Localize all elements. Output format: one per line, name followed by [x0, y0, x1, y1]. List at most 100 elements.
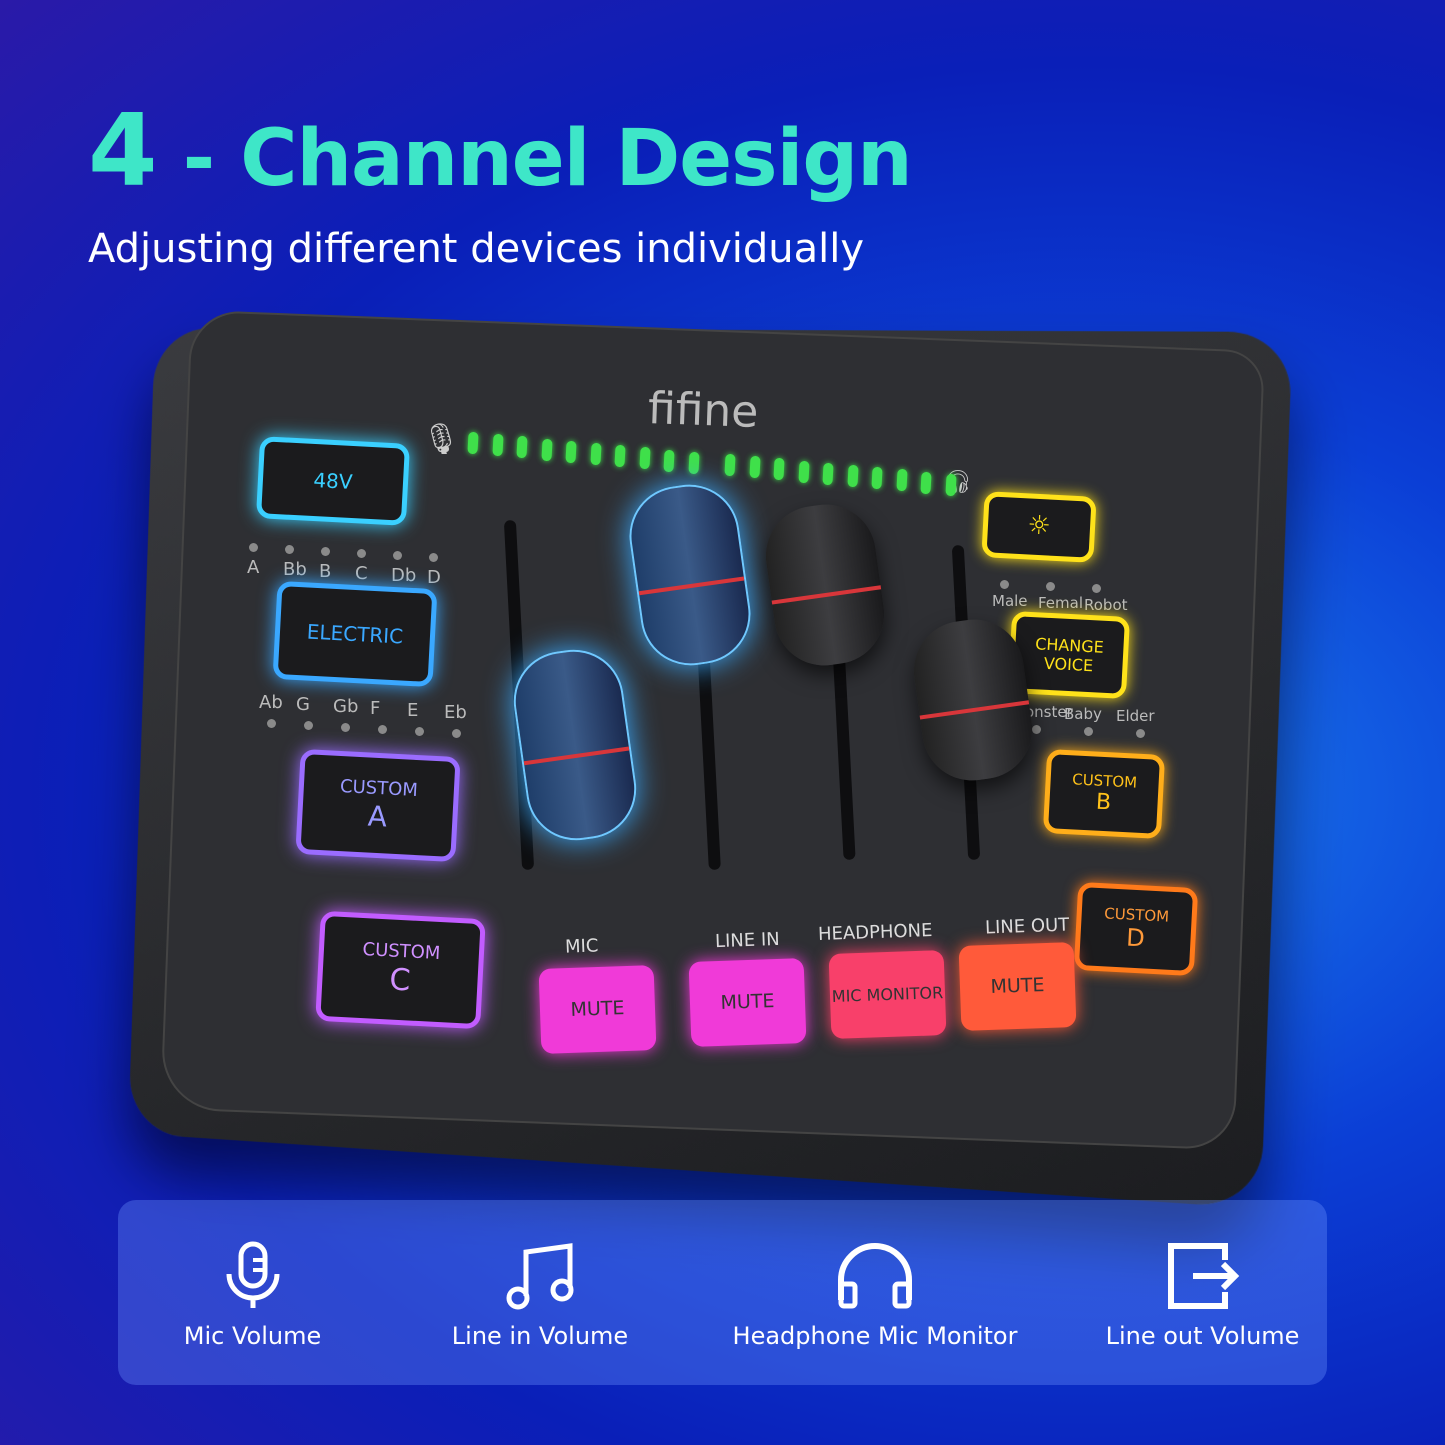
channel-label: LINE IN	[714, 928, 781, 953]
channel-label: LINE OUT	[984, 914, 1070, 939]
custom-b-caption: CUSTOM	[1071, 770, 1138, 792]
meter-led	[797, 460, 810, 483]
48v-label: 48V	[312, 467, 354, 495]
meter-led	[540, 438, 553, 461]
meter-led	[687, 451, 700, 475]
custom-d-caption: CUSTOM	[1103, 903, 1170, 926]
light-button[interactable]: ☼	[981, 491, 1097, 563]
key-indicator	[378, 725, 387, 734]
voice-indicator	[1032, 725, 1041, 734]
meter-led	[846, 464, 859, 488]
key-indicator	[452, 729, 461, 738]
custom-a-caption: CUSTOM	[339, 775, 419, 801]
mute-button-2[interactable]: MUTE	[688, 958, 807, 1047]
meter-led	[663, 449, 675, 472]
feature-label: Line out Volume	[1105, 1322, 1300, 1350]
voice-label: Male	[992, 592, 1028, 610]
voice-label: Femal	[1038, 594, 1084, 612]
key-label: G	[296, 694, 310, 715]
mute-button-label: MUTE	[720, 990, 775, 1014]
electric-label: ELECTRIC	[306, 619, 404, 649]
mute-button-3[interactable]: MIC MONITOR	[828, 950, 947, 1039]
mute-button-label: MUTE	[990, 974, 1045, 998]
headphone-icon	[838, 1243, 912, 1309]
meter-led	[944, 473, 957, 497]
key-label: Ab	[259, 692, 283, 713]
custom-d-letter: D	[1125, 923, 1146, 953]
microphone-icon	[226, 1241, 279, 1308]
voice-indicator	[1084, 727, 1093, 736]
electric-button[interactable]: ELECTRIC	[272, 580, 438, 688]
meter-led	[467, 431, 479, 455]
voice-indicator	[1136, 729, 1145, 738]
mute-button-label: MUTE	[570, 997, 625, 1021]
output-icon	[1167, 1243, 1239, 1309]
meter-led	[565, 440, 577, 464]
meter-led	[614, 444, 626, 468]
key-indicator	[393, 551, 402, 560]
meter-led	[920, 471, 932, 494]
key-label: Gb	[333, 696, 359, 717]
meter-led	[871, 466, 883, 490]
title-number: 4	[88, 92, 158, 209]
page-title: 4 - Channel Design	[88, 92, 913, 209]
feature-mic-volume: Mic Volume	[150, 1240, 355, 1350]
key-indicator	[357, 549, 366, 558]
voice-indicator	[1046, 582, 1055, 591]
meter-led	[895, 469, 908, 492]
key-indicator	[415, 727, 424, 736]
custom-d-button[interactable]: CUSTOM D	[1073, 881, 1199, 977]
key-indicator	[429, 553, 438, 562]
key-indicator	[249, 543, 258, 552]
music-note-icon	[506, 1243, 574, 1310]
key-indicator	[341, 723, 350, 732]
48v-button[interactable]: 48V	[255, 436, 411, 526]
voice-label: Elder	[1116, 707, 1155, 725]
custom-b-letter: B	[1095, 789, 1112, 816]
feature-label: Line in Volume	[451, 1322, 629, 1350]
custom-c-button[interactable]: CUSTOM C	[315, 910, 486, 1030]
key-indicator	[267, 719, 276, 728]
voice-indicator	[1092, 584, 1101, 593]
channel-label: HEADPHONE	[817, 920, 933, 945]
key-indicator	[285, 545, 294, 554]
key-label: Db	[391, 565, 417, 586]
meter-led	[491, 433, 504, 457]
custom-a-letter: A	[367, 799, 388, 833]
meter-led	[724, 453, 736, 477]
key-label: Bb	[283, 559, 307, 580]
key-indicator	[304, 721, 313, 730]
voice-label: Robot	[1084, 596, 1128, 614]
meter-led	[773, 458, 785, 481]
mute-button-1[interactable]: MUTE	[538, 965, 657, 1054]
custom-b-button[interactable]: CUSTOM B	[1042, 748, 1166, 840]
custom-a-button[interactable]: CUSTOM A	[295, 748, 461, 863]
voice-indicator	[1000, 580, 1009, 589]
meter-led	[638, 447, 651, 470]
voice-label: Baby	[1064, 705, 1102, 723]
key-label: F	[370, 698, 381, 719]
mute-button-4[interactable]: MUTE	[958, 942, 1077, 1031]
key-label: D	[427, 567, 441, 588]
sun-icon: ☼	[1026, 510, 1052, 542]
subtitle: Adjusting different devices individually	[88, 226, 865, 272]
key-label: A	[247, 557, 260, 578]
meter-led	[748, 455, 761, 479]
key-label: C	[355, 563, 368, 584]
change-voice-label: CHANGE VOICE	[1034, 634, 1105, 676]
feature-line-in-volume: Line in Volume	[440, 1240, 640, 1350]
brand-logo: fifine	[647, 383, 760, 438]
feature-label: Mic Volume	[183, 1322, 322, 1350]
mute-button-label: MIC MONITOR	[831, 982, 944, 1006]
key-label: E	[407, 700, 419, 721]
meter-led	[516, 436, 528, 459]
meter-led	[822, 462, 834, 486]
key-label: B	[319, 561, 332, 582]
title-text: - Channel Design	[156, 114, 913, 204]
microphone-icon: 🎙︎	[422, 422, 461, 457]
feature-headphone-mic-monitor: Headphone Mic Monitor	[725, 1240, 1025, 1350]
custom-c-caption: CUSTOM	[362, 939, 441, 965]
channel-label: MIC	[564, 935, 599, 958]
custom-c-letter: C	[388, 962, 412, 999]
feature-line-out-volume: Line out Volume	[1100, 1240, 1305, 1350]
